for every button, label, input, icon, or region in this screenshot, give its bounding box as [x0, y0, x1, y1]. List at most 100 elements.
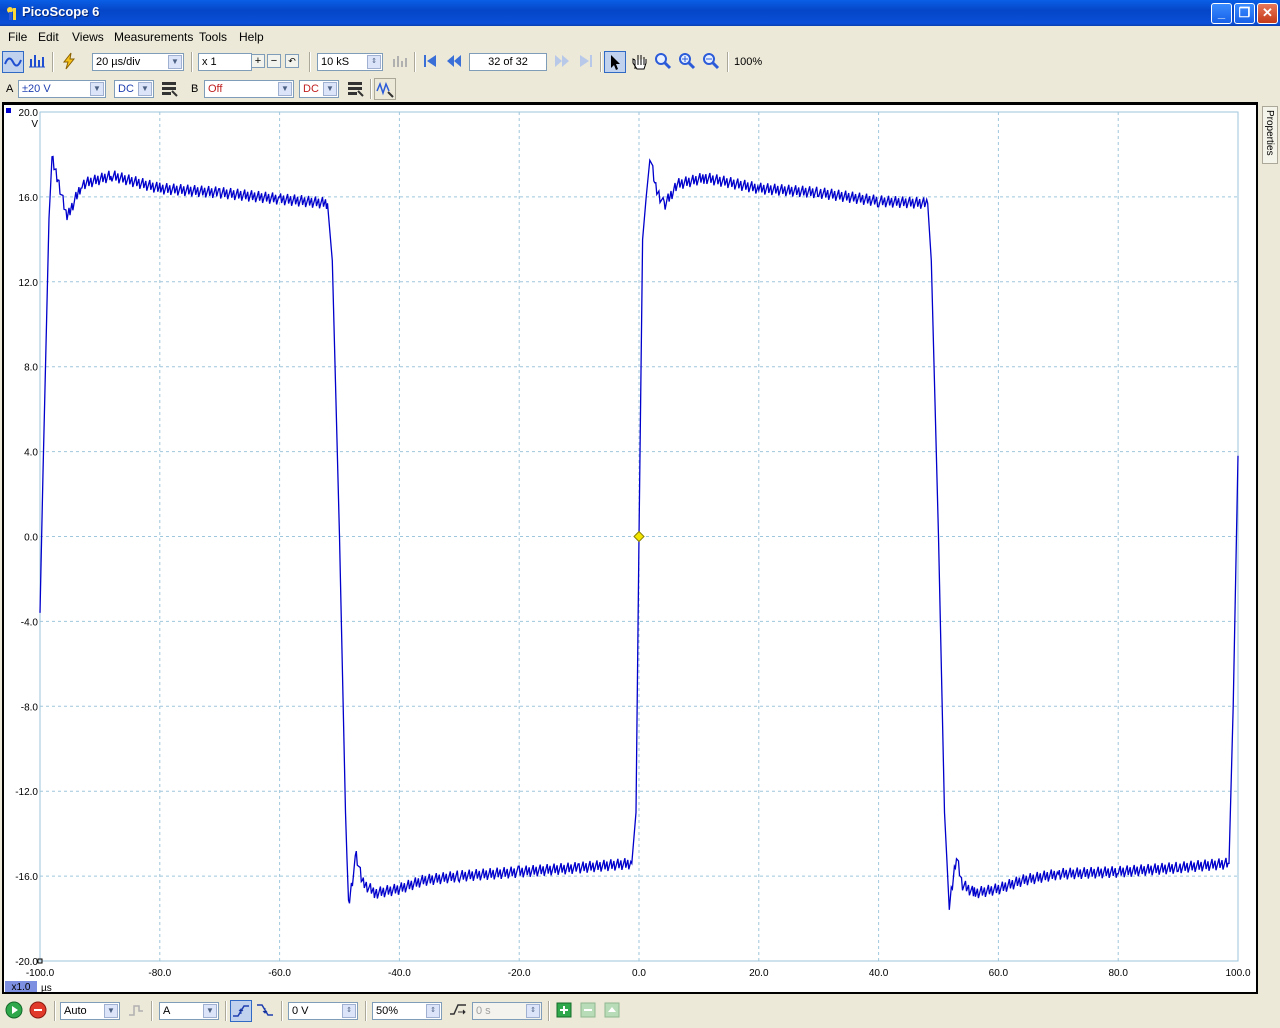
reset-zoom-x-button[interactable]: ↶ — [285, 54, 299, 68]
remove-ruler-button[interactable] — [577, 1000, 599, 1022]
menu-tools[interactable]: Tools — [199, 30, 227, 44]
zoom-out-x-button[interactable]: − — [267, 54, 281, 68]
trigger-source-select[interactable]: A ▼ — [159, 1002, 219, 1020]
stop-button[interactable] — [27, 1000, 49, 1022]
channel-a-label: A — [6, 83, 14, 95]
trigger-threshold-field[interactable]: 0 V ⇕ — [288, 1002, 358, 1020]
chevron-down-icon[interactable]: ▼ — [90, 82, 104, 96]
falling-edge-button[interactable] — [254, 1000, 276, 1022]
spinner-icon[interactable]: ⇕ — [426, 1004, 440, 1018]
hand-icon — [632, 55, 647, 70]
chevron-down-icon[interactable]: ▼ — [278, 82, 292, 96]
sample-count-field[interactable]: 10 kS ⇕ — [317, 53, 383, 71]
zoom-percent-button[interactable]: 100% — [734, 56, 762, 68]
channel-b-coupling-select[interactable]: DC ▼ — [299, 80, 339, 98]
spinner-icon[interactable]: ⇕ — [526, 1004, 540, 1018]
chevron-down-icon[interactable]: ▼ — [138, 82, 152, 96]
zoom-factor-field[interactable]: x 1 — [198, 53, 252, 71]
lightning-icon — [62, 52, 76, 70]
x-tick-label: 40.0 — [869, 968, 889, 979]
x-tick-label: -80.0 — [148, 968, 171, 979]
cursor-arrow-icon — [611, 55, 620, 70]
menu-help[interactable]: Help — [239, 30, 264, 44]
spectrum-bars-icon — [29, 55, 45, 68]
channel-b-range-select[interactable]: Off ▼ — [204, 80, 294, 98]
zoom-in-icon — [679, 53, 696, 70]
channel-toolbar: A ±20 V ▼ DC ▼ B Off ▼ DC ▼ — [0, 76, 1280, 102]
channel-a-range-value: ±20 V — [22, 83, 51, 95]
next-icon — [555, 55, 569, 67]
zoom-tool-button[interactable] — [652, 51, 674, 73]
chevron-down-icon[interactable]: ▼ — [104, 1004, 118, 1018]
timebase-select[interactable]: 20 µs/div ▼ — [92, 53, 184, 71]
edit-icon — [604, 1002, 620, 1018]
maximize-button[interactable]: ❐ — [1234, 3, 1255, 24]
scope-wave-icon — [4, 57, 22, 67]
spectrum-mode-button[interactable] — [26, 51, 48, 73]
x-tick-label: -20.0 — [508, 968, 531, 979]
y-tick-label: 12.0 — [19, 278, 39, 289]
skip-last-icon — [580, 55, 592, 67]
pre-trigger-value: 50% — [376, 1005, 399, 1017]
x-tick-label: -40.0 — [388, 968, 411, 979]
chevron-down-icon[interactable]: ▼ — [203, 1004, 217, 1018]
spinner-icon[interactable]: ⇕ — [367, 55, 381, 69]
start-button[interactable] — [3, 1000, 25, 1022]
trigger-marker[interactable] — [633, 530, 645, 543]
y-tick-label: -4.0 — [21, 617, 39, 628]
chevron-down-icon[interactable]: ▼ — [168, 55, 182, 69]
status-toolbar: Auto ▼ A ▼ 0 V ⇕ 50% ⇕ 0 s ⇕ — [0, 998, 1280, 1024]
trigger-mode-select[interactable]: Auto ▼ — [60, 1002, 120, 1020]
properties-tab-label: Properties — [1264, 110, 1275, 156]
select-tool-button[interactable] — [604, 51, 626, 73]
post-trigger-delay-button[interactable] — [447, 1000, 469, 1022]
last-buffer-button[interactable] — [575, 51, 597, 73]
add-ruler-button[interactable] — [553, 1000, 575, 1022]
delay-field[interactable]: 0 s ⇕ — [472, 1002, 542, 1020]
chevron-down-icon[interactable]: ▼ — [323, 82, 337, 96]
y-axis-unit: V — [31, 119, 38, 130]
channel-b-options-button[interactable] — [344, 78, 366, 100]
zoom-in-button[interactable] — [676, 51, 698, 73]
y-tick-label: -20.0 — [15, 957, 38, 968]
first-buffer-button[interactable] — [419, 51, 441, 73]
channel-a-options-button[interactable] — [158, 78, 180, 100]
oscilloscope-plot[interactable]: 20.0 16.0 12.0 8.0 4.0 0.0 -4.0 -8.0 -12.0 -16.0 -… — [4, 105, 1256, 994]
menu-views[interactable]: Views — [72, 30, 104, 44]
menu-file[interactable]: File — [8, 30, 27, 44]
zoom-in-x-button[interactable]: + — [251, 54, 265, 68]
properties-tab[interactable]: Properties — [1262, 106, 1278, 164]
pre-trigger-field[interactable]: 50% ⇕ — [372, 1002, 442, 1020]
x-tick-label: 20.0 — [749, 968, 769, 979]
y-tick-label: -12.0 — [15, 787, 38, 798]
advanced-trigger-button[interactable] — [125, 1000, 147, 1022]
hand-tool-button[interactable] — [628, 51, 650, 73]
menu-edit[interactable]: Edit — [38, 30, 59, 44]
previous-buffer-button[interactable] — [443, 51, 465, 73]
channel-a-range-select[interactable]: ±20 V ▼ — [18, 80, 106, 98]
resolution-button[interactable] — [389, 51, 411, 73]
spinner-icon[interactable]: ⇕ — [342, 1004, 356, 1018]
rising-edge-button[interactable] — [230, 1000, 252, 1022]
channel-options-icon — [162, 82, 178, 97]
x-axis-unit: µs — [41, 983, 52, 992]
next-buffer-button[interactable] — [551, 51, 573, 73]
scope-view[interactable]: 20.0 16.0 12.0 8.0 4.0 0.0 -4.0 -8.0 -12.0 -16.0 -… — [4, 105, 1256, 994]
channel-a-coupling-select[interactable]: DC ▼ — [114, 80, 154, 98]
menu-measurements[interactable]: Measurements — [114, 30, 193, 44]
x-tick-label: 60.0 — [989, 968, 1009, 979]
minimize-button[interactable]: _ — [1211, 3, 1232, 24]
y-tick-label: -8.0 — [21, 702, 39, 713]
sample-count-value: 10 kS — [321, 56, 350, 68]
signal-generator-button[interactable] — [374, 78, 396, 100]
zoom-out-button[interactable] — [700, 51, 722, 73]
edit-ruler-button[interactable] — [601, 1000, 623, 1022]
buffer-navigator-field[interactable]: 32 of 32 — [469, 53, 547, 71]
rising-edge-icon — [233, 1005, 249, 1017]
scope-mode-button[interactable] — [2, 51, 24, 73]
close-button[interactable]: ✕ — [1257, 3, 1278, 24]
falling-edge-icon — [257, 1004, 273, 1016]
auto-setup-button[interactable] — [58, 51, 80, 73]
trigger-mode-value: Auto — [64, 1005, 87, 1017]
stop-icon — [29, 1001, 47, 1019]
